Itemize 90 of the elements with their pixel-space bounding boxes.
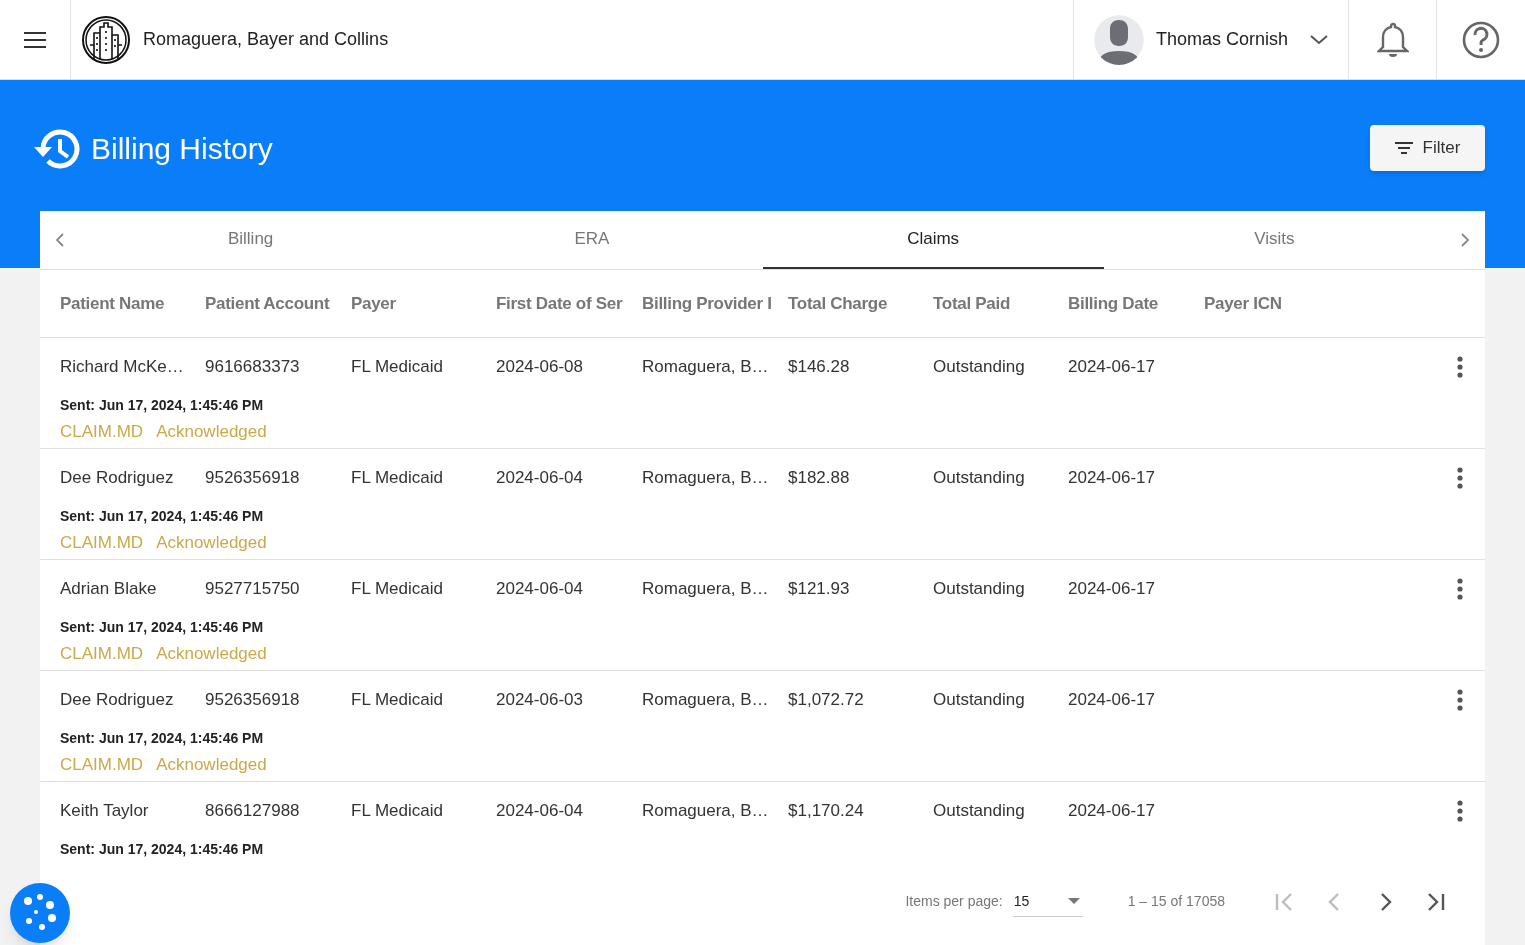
chevron-left-icon: [56, 232, 64, 247]
table-cell: 9526356918: [205, 690, 300, 710]
table-cell: 8666127988: [205, 801, 300, 821]
table-cell: 2024-06-17: [1068, 579, 1155, 599]
claim-status: Acknowledged: [156, 754, 267, 777]
column-header[interactable]: Total Charge: [788, 293, 888, 313]
sent-timestamp: Sent: Jun 17, 2024, 1:45:46 PM: [60, 507, 264, 527]
table-cell: FL Medicaid: [351, 468, 443, 488]
table-cell: $1,072.72: [788, 690, 864, 710]
table-cell: 2024-06-04: [496, 579, 583, 599]
table-cell: Outstanding: [933, 690, 1025, 710]
claim-status: Acknowledged: [156, 643, 267, 666]
tab[interactable]: Claims: [762, 211, 1104, 269]
column-header[interactable]: Payer ICN: [1204, 293, 1282, 313]
table-cell: $146.28: [788, 357, 850, 377]
table-cell: $182.88: [788, 468, 850, 488]
table-cell: Outstanding: [933, 801, 1025, 821]
chevron-right-icon: [1461, 232, 1469, 247]
building-logo-icon: [81, 14, 131, 65]
column-header[interactable]: Total Paid: [933, 293, 1010, 313]
table-cell: FL Medicaid: [351, 690, 443, 710]
bell-icon: [1376, 21, 1409, 58]
tab[interactable]: Visits: [1103, 211, 1445, 269]
page-range: 1 – 15 of 17058: [1127, 892, 1225, 912]
tab[interactable]: ERA: [421, 211, 763, 269]
dropdown-arrow-icon: [1067, 898, 1080, 905]
clearinghouse-label: CLAIM.MD: [60, 421, 144, 444]
tab[interactable]: Billing: [80, 211, 422, 269]
clearinghouse-label: CLAIM.MD: [60, 643, 144, 666]
claim-status: Acknowledged: [156, 532, 267, 555]
table-cell: Outstanding: [933, 468, 1025, 488]
table-cell: FL Medicaid: [351, 579, 443, 599]
table-cell: 2024-06-03: [496, 690, 583, 710]
items-per-page-label: Items per page:: [905, 892, 1003, 912]
table-cell: 2024-06-04: [496, 468, 583, 488]
table-cell: Romaguera, B…: [642, 801, 769, 821]
table-cell: 9527715750: [205, 579, 300, 599]
page-title: Billing History: [91, 131, 273, 167]
table-cell: FL Medicaid: [351, 357, 443, 377]
table-cell: 2024-06-17: [1068, 468, 1155, 488]
page-size-select[interactable]: 15: [1012, 886, 1083, 917]
column-header[interactable]: Billing Provider I: [642, 293, 772, 313]
history-icon: [33, 126, 81, 171]
menu-icon: [24, 31, 46, 48]
chevron-down-icon: [1310, 34, 1329, 45]
claim-status: Acknowledged: [156, 421, 267, 444]
table-cell: Dee Rodriguez: [60, 690, 174, 710]
avatar-icon: [1094, 14, 1144, 65]
filter-icon: [1394, 141, 1413, 155]
sent-timestamp: Sent: Jun 17, 2024, 1:45:46 PM: [60, 396, 264, 416]
cookie-settings-button[interactable]: [10, 883, 70, 943]
table-cell: 9526356918: [205, 468, 300, 488]
column-header[interactable]: First Date of Ser: [496, 293, 623, 313]
help-icon: [1462, 20, 1500, 59]
user-menu-button[interactable]: Thomas Cornish: [1073, 0, 1349, 79]
column-header[interactable]: Payer: [351, 293, 396, 313]
table-cell: 2024-06-17: [1068, 690, 1155, 710]
table-cell: Romaguera, B…: [642, 357, 769, 377]
table-cell: 2024-06-08: [496, 357, 583, 377]
more-options-icon[interactable]: [1457, 689, 1463, 712]
table-cell: FL Medicaid: [351, 801, 443, 821]
sent-timestamp: Sent: Jun 17, 2024, 1:45:46 PM: [60, 618, 264, 638]
table-cell: Outstanding: [933, 357, 1025, 377]
filter-button[interactable]: Filter: [1370, 125, 1485, 171]
table-cell: Richard McKe…: [60, 357, 184, 377]
more-options-icon[interactable]: [1457, 800, 1463, 823]
sent-timestamp: Sent: Jun 17, 2024, 1:45:46 PM: [60, 840, 264, 860]
table-cell: 2024-06-04: [496, 801, 583, 821]
table-cell: $1,170.24: [788, 801, 864, 821]
table-cell: 2024-06-17: [1068, 801, 1155, 821]
table-cell: Romaguera, B…: [642, 468, 769, 488]
table-cell: Outstanding: [933, 579, 1025, 599]
table-cell: Adrian Blake: [60, 579, 157, 599]
clearinghouse-label: CLAIM.MD: [60, 532, 144, 555]
column-header[interactable]: Patient Account: [205, 293, 330, 313]
table-cell: Keith Taylor: [60, 801, 149, 821]
table-cell: 2024-06-17: [1068, 357, 1155, 377]
column-header[interactable]: Billing Date: [1068, 293, 1158, 313]
more-options-icon[interactable]: [1457, 467, 1463, 490]
sent-timestamp: Sent: Jun 17, 2024, 1:45:46 PM: [60, 729, 264, 749]
company-name: Romaguera, Bayer and Collins: [143, 28, 389, 51]
table-cell: Romaguera, B…: [642, 690, 769, 710]
table-cell: 9616683373: [205, 357, 300, 377]
more-options-icon[interactable]: [1457, 356, 1463, 379]
table-cell: $121.93: [788, 579, 850, 599]
clearinghouse-label: CLAIM.MD: [60, 754, 144, 777]
table-cell: Romaguera, B…: [642, 579, 769, 599]
table-cell: Dee Rodriguez: [60, 468, 174, 488]
column-header[interactable]: Patient Name: [60, 293, 165, 313]
more-options-icon[interactable]: [1457, 578, 1463, 601]
